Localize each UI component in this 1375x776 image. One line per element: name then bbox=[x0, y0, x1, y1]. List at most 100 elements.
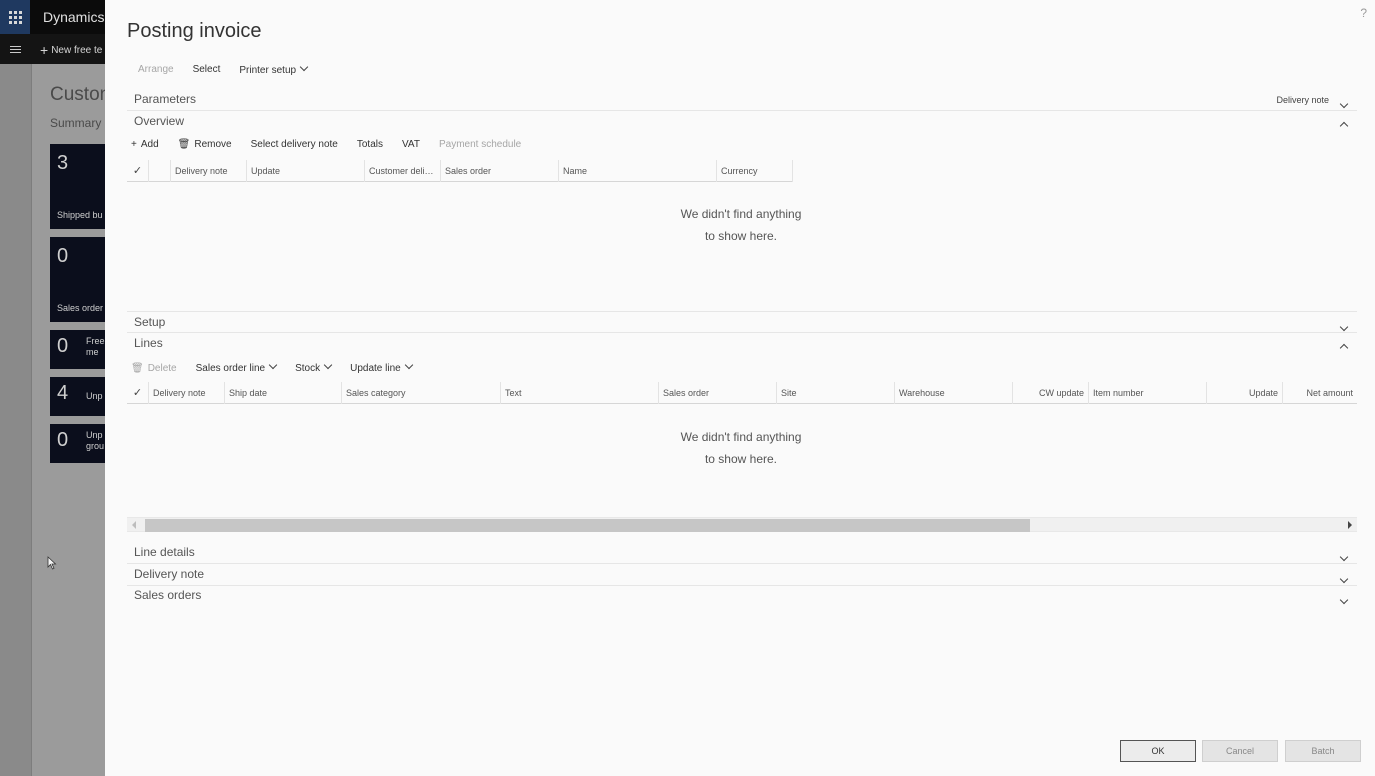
column-header[interactable]: Sales order bbox=[659, 382, 777, 404]
hamburger-menu-button[interactable] bbox=[0, 34, 30, 64]
tile-label: Sales order bbox=[57, 303, 104, 313]
column-header[interactable]: Net amount bbox=[1283, 382, 1357, 404]
tile-count: 4 bbox=[57, 382, 69, 404]
new-free-text-label: New free te bbox=[51, 45, 103, 56]
ok-button[interactable]: OK bbox=[1120, 740, 1196, 762]
new-free-text-button[interactable]: + New free te bbox=[40, 42, 102, 58]
add-label: Add bbox=[140, 139, 159, 150]
column-header[interactable]: Currency bbox=[717, 160, 793, 182]
update-line-label: Update line bbox=[350, 363, 401, 374]
stock-dropdown[interactable]: Stock bbox=[295, 360, 333, 374]
expand-toggle[interactable] bbox=[1339, 590, 1351, 605]
sales-order-line-dropdown[interactable]: Sales order line bbox=[196, 360, 278, 374]
horizontal-scrollbar[interactable] bbox=[127, 517, 1357, 532]
app-launcher-button[interactable] bbox=[0, 0, 30, 34]
vat-button[interactable]: VAT bbox=[402, 139, 420, 150]
column-header[interactable]: Name bbox=[559, 160, 717, 182]
remove-button[interactable]: 🗑 Remove bbox=[178, 139, 232, 150]
column-header[interactable]: Ship date bbox=[225, 382, 342, 404]
waffle-icon bbox=[8, 10, 22, 24]
cancel-button[interactable]: Cancel bbox=[1202, 740, 1278, 762]
tile-count: 0 bbox=[57, 429, 69, 451]
update-line-dropdown[interactable]: Update line bbox=[350, 360, 413, 374]
totals-button[interactable]: Totals bbox=[357, 139, 383, 150]
column-header[interactable]: Sales order bbox=[441, 160, 559, 182]
summary-tile[interactable]: 0 Free me bbox=[50, 330, 110, 369]
fasttab-title: Sales orders bbox=[134, 588, 202, 602]
summary-tile[interactable]: 0 Sales order bbox=[50, 237, 110, 322]
fasttab-title: Setup bbox=[134, 315, 166, 329]
expand-toggle[interactable] bbox=[1339, 317, 1351, 332]
empty-message-line: to show here. bbox=[704, 452, 778, 466]
fasttab-title: Delivery note bbox=[134, 567, 205, 581]
chevron-down-icon bbox=[1339, 99, 1349, 109]
column-header[interactable]: Warehouse bbox=[895, 382, 1013, 404]
chevron-up-icon bbox=[1339, 343, 1349, 353]
column-header[interactable]: Delivery note bbox=[149, 382, 225, 404]
fasttab-overview[interactable]: Overview bbox=[127, 111, 1357, 133]
scrollbar-thumb[interactable] bbox=[145, 519, 1030, 532]
overview-grid-header: ✓ Delivery note Update Customer delive..… bbox=[127, 160, 793, 182]
empty-message-line: We didn't find anything bbox=[680, 207, 802, 221]
payment-schedule-button[interactable]: Payment schedule bbox=[439, 139, 521, 150]
fasttab-lines[interactable]: Lines bbox=[127, 333, 1357, 355]
column-header[interactable]: Sales category bbox=[342, 382, 501, 404]
plus-icon: + bbox=[40, 42, 49, 58]
lines-empty-message: We didn't find anything to show here. bbox=[105, 426, 1375, 470]
expand-toggle[interactable] bbox=[1339, 569, 1351, 584]
chevron-down-icon bbox=[1339, 595, 1349, 605]
fasttab-line-details[interactable]: Line details bbox=[127, 542, 1357, 564]
scroll-right-arrow-icon[interactable] bbox=[1348, 521, 1352, 529]
select-all-checkbox[interactable]: ✓ bbox=[127, 382, 149, 404]
chevron-up-icon bbox=[1339, 121, 1349, 131]
column-header[interactable]: Update bbox=[247, 160, 365, 182]
chevron-down-icon bbox=[1339, 574, 1349, 584]
batch-button[interactable]: Batch bbox=[1285, 740, 1361, 762]
mouse-cursor-icon bbox=[47, 556, 57, 570]
summary-tile[interactable]: 3 Shipped bu bbox=[50, 144, 110, 229]
column-header[interactable]: Item number bbox=[1089, 382, 1207, 404]
help-button[interactable]: ? bbox=[1360, 6, 1367, 20]
empty-message-line: to show here. bbox=[704, 229, 778, 243]
dialog-action-pane: Arrange Select Printer setup bbox=[138, 62, 309, 76]
column-header[interactable]: Delivery note bbox=[171, 160, 247, 182]
expand-toggle[interactable] bbox=[1339, 94, 1351, 109]
summary-tile[interactable]: 4 Unp bbox=[50, 377, 110, 416]
select-button[interactable]: Select bbox=[193, 64, 221, 76]
chevron-down-icon bbox=[1339, 322, 1349, 332]
tile-label: Shipped bu bbox=[57, 210, 103, 220]
collapse-toggle[interactable] bbox=[1339, 338, 1351, 353]
arrange-button[interactable]: Arrange bbox=[138, 64, 174, 76]
column-header[interactable]: Site bbox=[777, 382, 895, 404]
delete-button[interactable]: 🗑 Delete bbox=[131, 363, 177, 374]
column-header[interactable]: Customer delive... bbox=[365, 160, 441, 182]
plus-icon: + bbox=[131, 139, 137, 150]
select-all-checkbox[interactable]: ✓ bbox=[127, 160, 149, 182]
chevron-down-icon bbox=[404, 360, 413, 370]
fasttab-title: Parameters bbox=[134, 92, 197, 106]
expand-toggle[interactable] bbox=[1339, 547, 1351, 562]
select-delivery-note-button[interactable]: Select delivery note bbox=[251, 139, 338, 150]
fasttab-setup[interactable]: Setup bbox=[127, 311, 1357, 333]
lines-toolbar: 🗑 Delete Sales order line Stock Update li… bbox=[131, 360, 413, 374]
tile-count: 0 bbox=[57, 335, 69, 357]
add-button[interactable]: + Add bbox=[131, 139, 159, 150]
scroll-left-arrow-icon[interactable] bbox=[132, 521, 136, 529]
column-header[interactable]: Update bbox=[1207, 382, 1283, 404]
chevron-down-icon bbox=[268, 360, 278, 370]
collapse-toggle[interactable] bbox=[1339, 116, 1351, 131]
chevron-down-icon bbox=[1339, 552, 1349, 562]
trash-icon: 🗑 bbox=[131, 362, 144, 374]
stock-label: Stock bbox=[295, 363, 321, 374]
app-name: Dynamics bbox=[43, 9, 105, 25]
printer-setup-dropdown[interactable]: Printer setup bbox=[239, 62, 309, 76]
fasttab-sales-orders[interactable]: Sales orders bbox=[127, 585, 1357, 607]
column-header[interactable]: CW update bbox=[1013, 382, 1089, 404]
hamburger-icon bbox=[9, 45, 21, 47]
column-header[interactable]: Text bbox=[501, 382, 659, 404]
fasttab-parameters[interactable]: Parameters Delivery note bbox=[127, 89, 1357, 111]
row-marker-column bbox=[149, 160, 171, 182]
summary-tile[interactable]: 0 Unp grou bbox=[50, 424, 110, 463]
fasttab-delivery-note[interactable]: Delivery note bbox=[127, 564, 1357, 586]
empty-message-line: We didn't find anything bbox=[680, 430, 802, 444]
